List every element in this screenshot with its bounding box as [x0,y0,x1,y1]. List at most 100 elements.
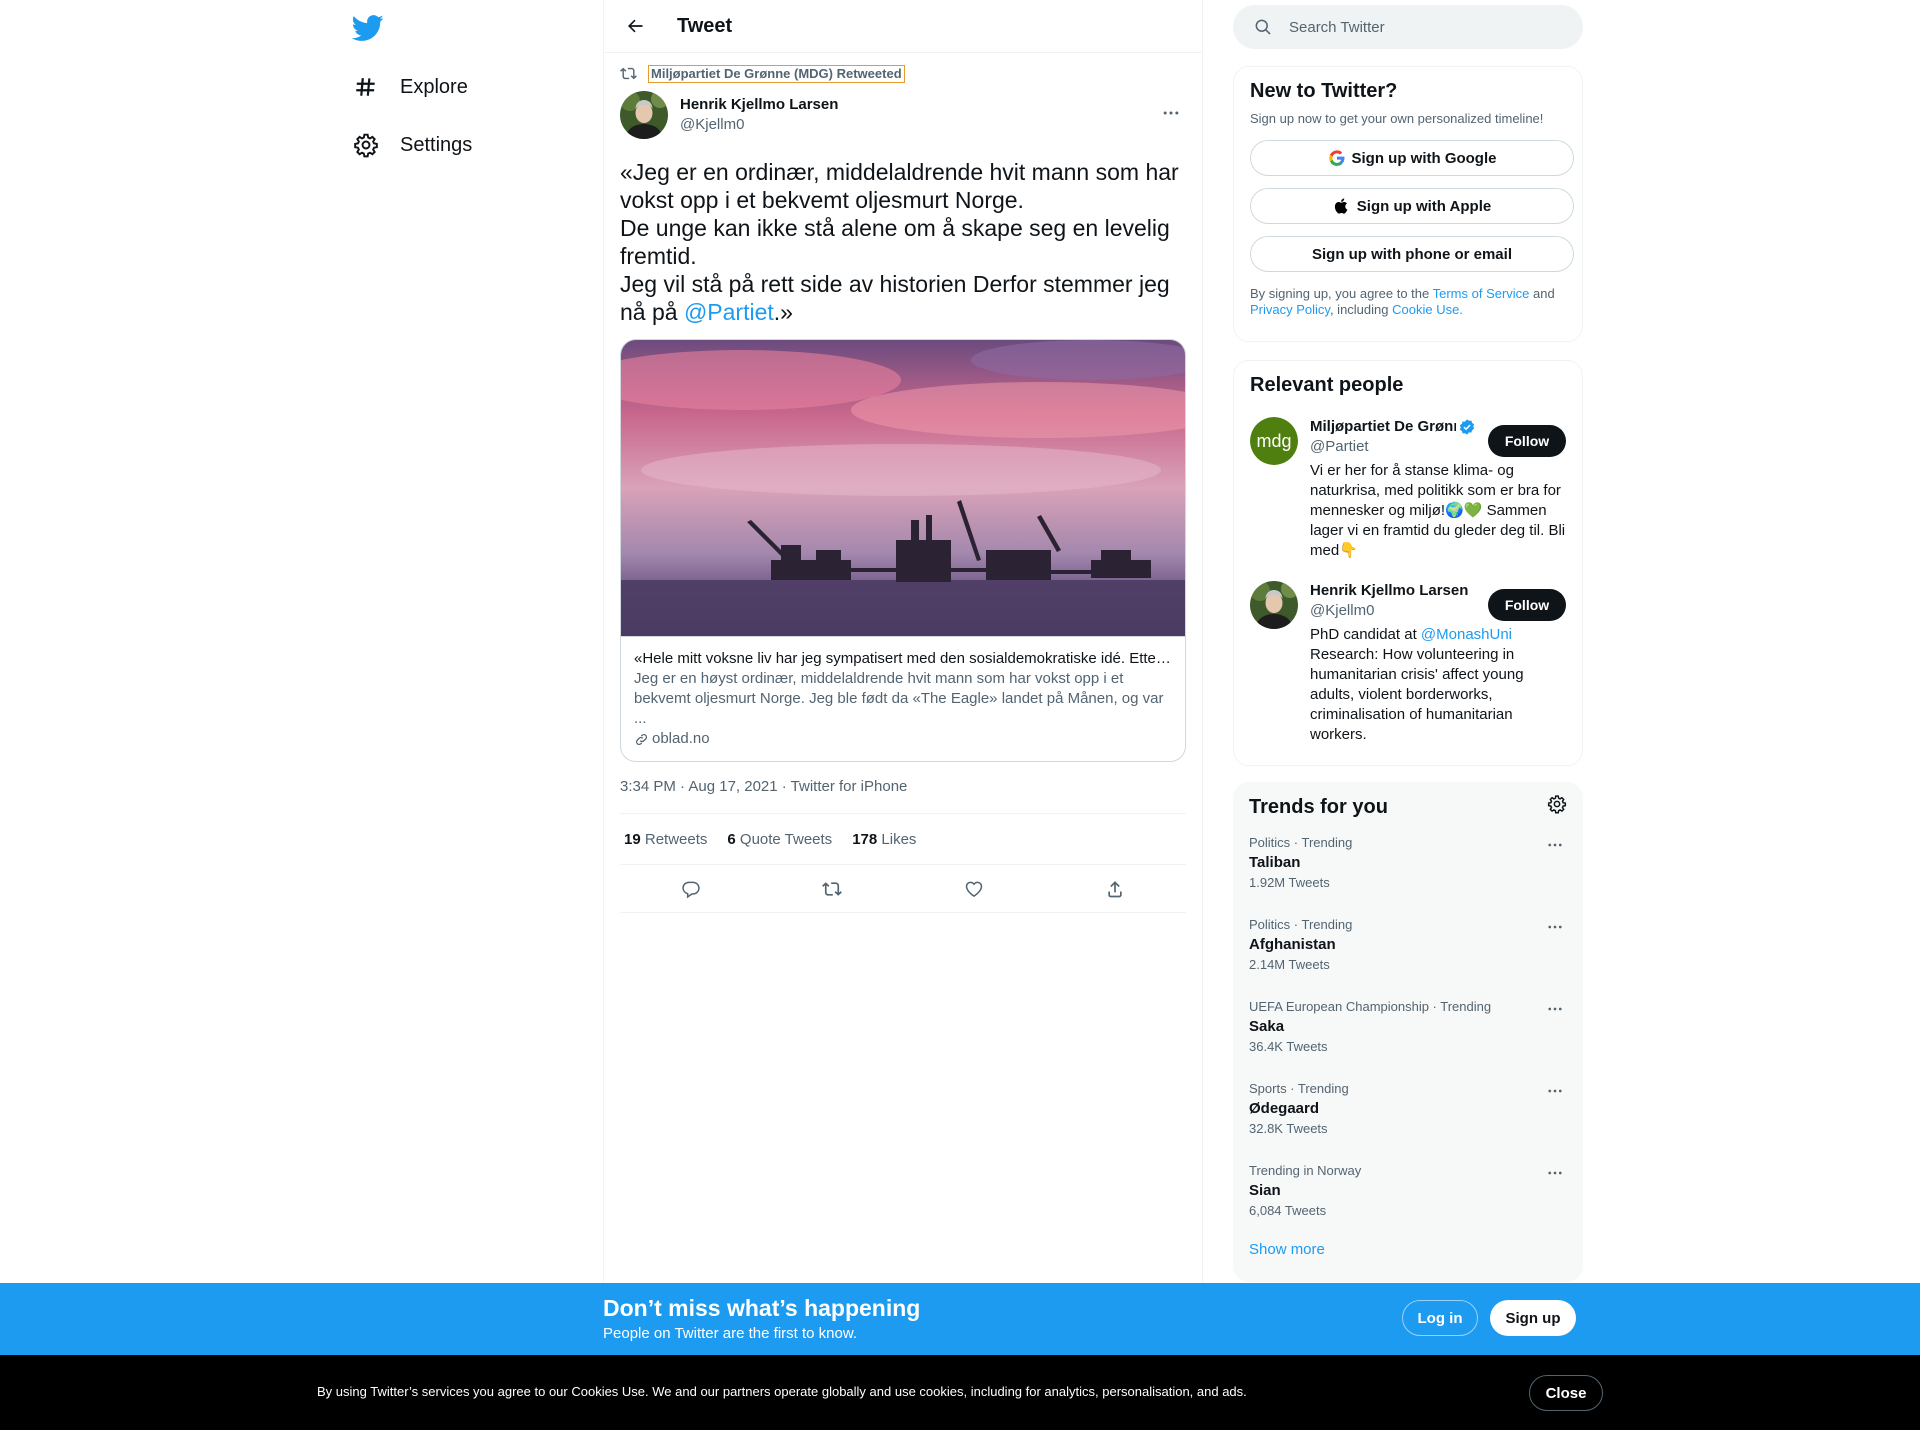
more-options-button[interactable] [1156,98,1186,128]
trend-item[interactable]: Politics · Trending Afghanistan 2.14M Tw… [1249,901,1567,983]
retweet-button[interactable] [814,871,850,907]
more-dots-icon [1548,1089,1562,1093]
more-dots-icon [1548,925,1562,929]
retweets-label: Retweets [644,830,708,848]
quotes-label: Quote Tweets [739,830,833,848]
signup-apple-button[interactable]: Sign up with Apple [1250,188,1574,224]
like-button[interactable] [956,871,992,907]
person-card[interactable]: Henrik Kjellmo Larsen @Kjellm0 PhD candi… [1250,581,1566,745]
tweet-text-line: vokst opp i et bekvemt oljesmurt Norge. [620,187,1024,213]
twitter-logo-icon[interactable] [351,12,384,44]
trend-item[interactable]: Politics · Trending Taliban 1.92M Tweets [1249,819,1567,901]
cookie-use-link[interactable]: Cookie Use. [1392,302,1463,317]
person-info: Henrik Kjellmo Larsen @Kjellm0 PhD candi… [1310,581,1524,745]
nav-settings[interactable]: Settings [352,125,472,165]
terms-link[interactable]: Terms of Service [1433,286,1530,301]
reply-button[interactable] [673,871,709,907]
cookie-bar: By using Twitter’s services you agree to… [0,1355,1920,1430]
legal-text: and [1529,286,1555,301]
gear-icon [1547,795,1567,814]
search-bar[interactable] [1233,5,1583,49]
likes-label: Likes [881,830,917,848]
trend-item[interactable]: Sports · Trending Ødegaard 32.8K Tweets [1249,1065,1567,1147]
trend-more-button[interactable] [1543,1079,1567,1103]
share-button[interactable] [1097,871,1133,907]
quote-tweets-stat[interactable]: 6 Quote Tweets [727,831,832,848]
trend-more-button[interactable] [1543,997,1567,1021]
mention-link[interactable]: @Partiet [684,299,774,325]
trend-meta: Politics · Trending [1249,835,1353,850]
legal-text: , including [1329,302,1393,317]
tweet-text-fragment: .» [773,299,793,325]
retweeted-by-link[interactable]: Miljøpartiet De Grønne (MDG) Retweeted [648,65,905,83]
trend-more-button[interactable] [1543,915,1567,939]
hashtag-icon [352,73,380,101]
bio-text: Research: How volunteering in humanitari… [1310,646,1524,743]
signup-button[interactable]: Sign up [1490,1300,1576,1336]
share-icon [1108,880,1122,897]
author-meta: Henrik Kjellmo Larsen @Kjellm0 [680,95,838,135]
more-dots-icon [1548,1171,1562,1175]
card-description: Jeg er en høyst ordinær, middelaldrende … [634,670,1124,687]
trend-more-button[interactable] [1543,1161,1567,1185]
tweet-timestamp[interactable]: 3:34 PM · Aug 17, 2021 · Twitter for iPh… [620,778,1186,798]
person-avatar[interactable] [1250,581,1298,629]
person-name-text: Miljøpartiet De Grønne [1310,418,1456,435]
trends-title: Trends for you [1249,795,1388,818]
trend-count: 1.92M Tweets [1249,875,1330,890]
search-icon [1255,19,1271,35]
cookie-close-button[interactable]: Close [1529,1375,1603,1411]
trends-settings-button[interactable] [1547,794,1567,819]
person-name[interactable]: Miljøpartiet De Grønne [1310,417,1486,437]
person-handle[interactable]: @Kjellm0 [1310,601,1486,621]
privacy-link[interactable]: Privacy Policy [1250,302,1330,317]
signup-google-button[interactable]: Sign up with Google [1250,140,1574,176]
likes-stat[interactable]: 178 Likes [852,831,916,848]
person-handle[interactable]: @Partiet [1310,437,1486,457]
tweet: Miljøpartiet De Grønne (MDG) Retweeted H… [604,62,1202,913]
nav-explore[interactable]: Explore [352,67,468,107]
retweet-icon [822,881,843,896]
trend-count: 36.4K Tweets [1249,1039,1328,1054]
author-name[interactable]: Henrik Kjellmo Larsen [680,95,838,115]
signup-email-button[interactable]: Sign up with phone or email [1250,236,1574,272]
trend-more-button[interactable] [1543,833,1567,857]
retweets-count: 19 [624,830,641,848]
tweet-text-last-line: nå på @Partiet.» [620,298,1186,326]
login-button[interactable]: Log in [1402,1300,1478,1336]
tweet-text-line: fremtid. [620,243,697,269]
person-avatar[interactable]: mdg [1250,417,1298,465]
signup-google-label: Sign up with Google [1351,149,1497,167]
author-handle[interactable]: @Kjellm0 [680,115,838,135]
trend-name: Saka [1249,1018,1285,1035]
google-icon [1328,150,1344,166]
link-card[interactable]: «Hele mitt voksne liv har jeg sympatiser… [620,339,1186,762]
more-dots-icon [1163,111,1179,115]
trend-item[interactable]: UEFA European Championship · Trending Sa… [1249,983,1567,1065]
retweet-context: Miljøpartiet De Grønne (MDG) Retweeted [620,62,1186,86]
bio-mention-link[interactable]: @MonashUni [1421,626,1512,643]
follow-button[interactable]: Follow [1488,589,1566,621]
search-input[interactable] [1289,18,1549,36]
signup-panel: New to Twitter? Sign up now to get your … [1233,66,1583,342]
author-avatar[interactable] [620,91,668,139]
follow-button[interactable]: Follow [1488,425,1566,457]
signup-apple-label: Sign up with Apple [1356,197,1492,215]
nav-settings-label: Settings [400,133,473,156]
show-more-link[interactable]: Show more [1249,1241,1567,1258]
retweets-stat[interactable]: 19 Retweets [624,831,707,848]
person-card[interactable]: mdg Miljøpartiet De Grønne @Partiet Vi e… [1250,417,1566,561]
quotes-count: 6 [727,830,736,848]
card-description: bekvemt oljesmurt Norge. Jeg ble født da… [634,690,1164,727]
card-image [621,340,1185,636]
trend-item[interactable]: Trending in Norway Sian 6,084 Tweets [1249,1147,1567,1229]
tweet-stats: 19 Retweets 6 Quote Tweets 178 Likes [620,813,1186,865]
back-button[interactable] [617,8,653,44]
banner-title: Don’t miss what’s happening [603,1295,921,1321]
mdg-logo-text: mdg [1256,431,1291,451]
card-title: «Hele mitt voksne liv har jeg sympatiser… [634,650,1172,667]
person-name[interactable]: Henrik Kjellmo Larsen [1310,581,1486,601]
trend-count: 6,084 Tweets [1249,1203,1327,1218]
tweet-text-fragment: nå på [620,299,684,325]
signup-banner: Don’t miss what’s happening People on Tw… [0,1283,1920,1355]
